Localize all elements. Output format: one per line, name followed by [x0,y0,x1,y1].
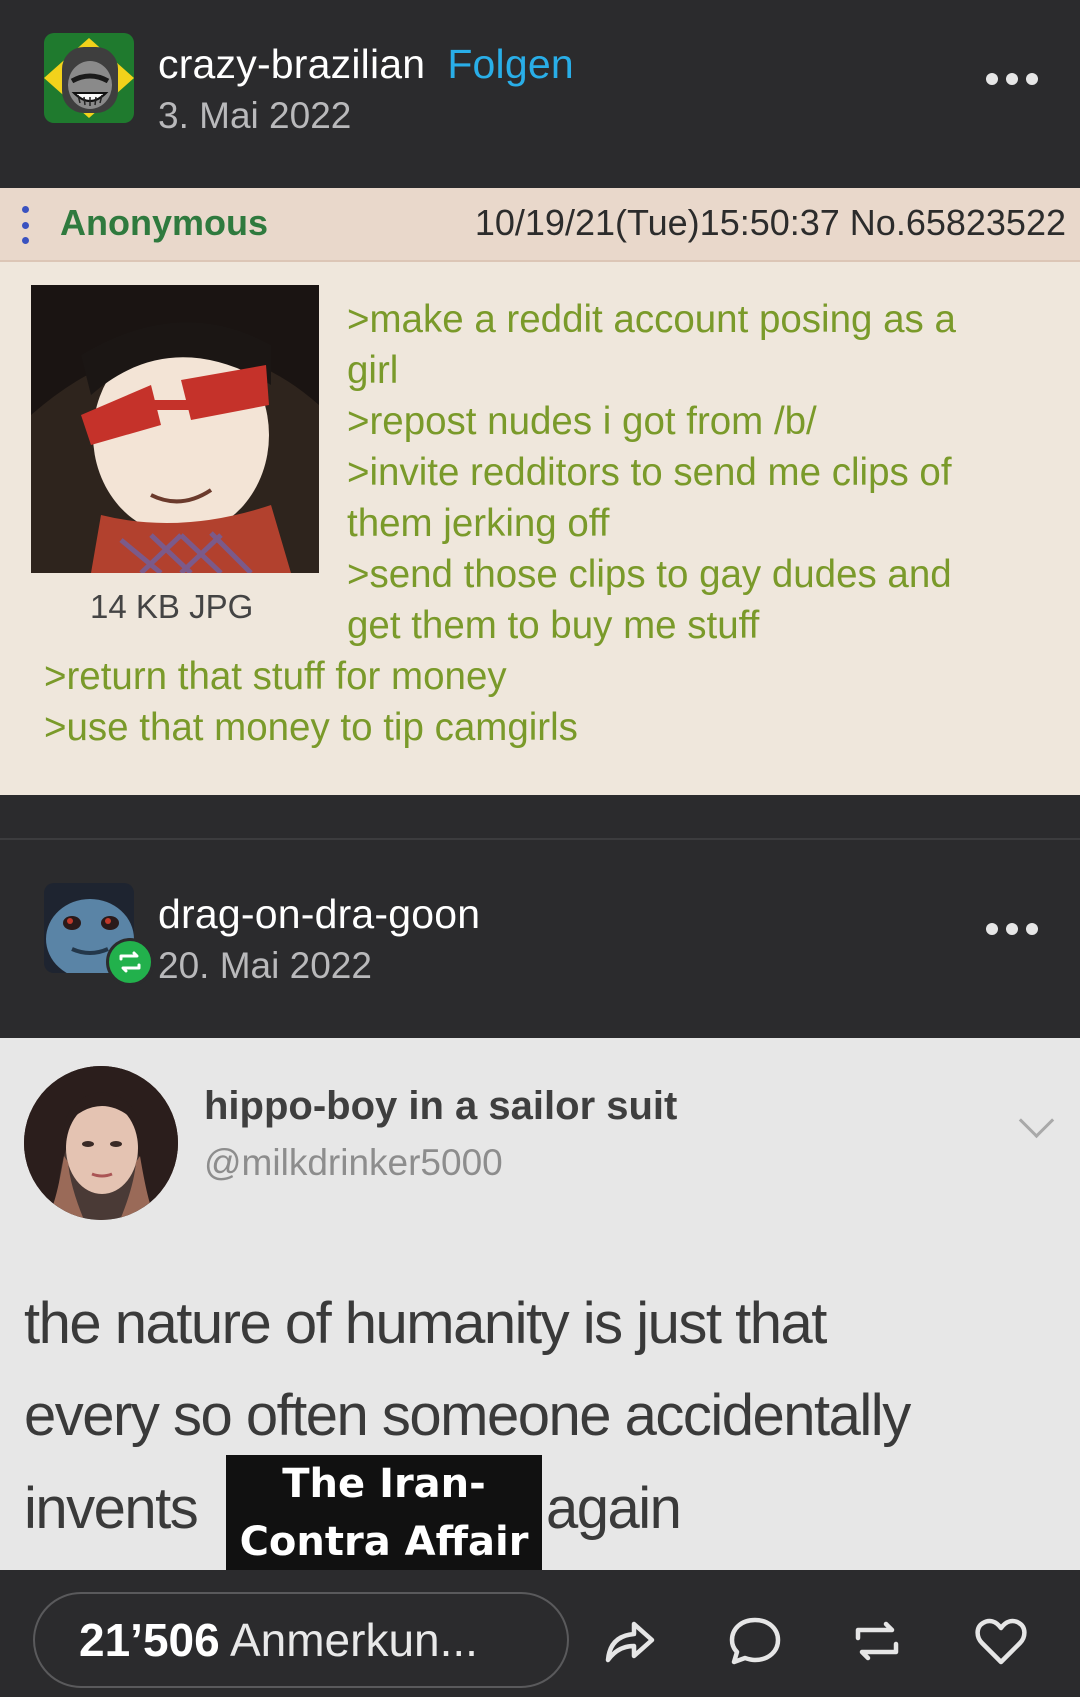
tweet-text-line: every so often someone accidentally [24,1383,911,1448]
greentext-line: >send those clips to gay dudes and [347,553,952,596]
greentext-line: >return that stuff for money [44,655,507,698]
reblog-badge-icon [106,938,154,986]
tweet-text-line: again [546,1476,682,1541]
dot-icon [1006,923,1018,935]
menu-dots-icon [22,206,30,244]
caption-line: The Iran- [282,1461,486,1507]
dot-icon [1006,73,1018,85]
greentext-line: get them to buy me stuff [347,604,760,647]
greentext-line: them jerking off [347,502,610,545]
caption-overlay: The Iran- Contra Affair [226,1455,542,1570]
more-options-button[interactable] [986,69,1038,89]
dot-icon [1026,73,1038,85]
dot-icon [1026,923,1038,935]
more-options-button[interactable] [986,919,1038,939]
caption-line: Contra Affair [239,1519,529,1565]
chan-screenshot[interactable]: Anonymous 10/19/21(Tue)15:50:37 No.65823… [0,188,1080,795]
tweet-author-name: hippo-boy in a sailor suit [204,1084,678,1128]
follow-button[interactable]: Folgen [447,41,574,87]
chan-poster-name: Anonymous [60,202,269,243]
tweet-avatar [24,1066,178,1220]
tweet-text-line: invents [24,1476,199,1541]
reblog-divider [0,838,1080,840]
notes-label: Anmerkun... [229,1614,478,1666]
chan-post-header: Anonymous 10/19/21(Tue)15:50:37 No.65823… [0,188,1080,262]
tweet-handle: @milkdrinker5000 [204,1142,503,1183]
greentext-line: >repost nudes i got from /b/ [347,400,817,443]
reblog-icon[interactable] [848,1612,906,1670]
chevron-down-icon [1018,1102,1055,1139]
hulk-avatar-icon[interactable] [44,33,134,123]
post-header-2: drag-on-dra-goon 20. Mai 2022 [0,883,1080,986]
dot-icon [986,73,998,85]
post-username[interactable]: drag-on-dra-goon [158,891,480,938]
tweet-text-line: the nature of humanity is just that [24,1291,827,1356]
dot-icon [986,923,998,935]
like-icon[interactable] [972,1612,1030,1670]
notes-button[interactable]: 21’506 Anmerkun... [33,1592,569,1688]
post-header-1: crazy-brazilian Folgen 3. Mai 2022 [0,33,1080,136]
username-link[interactable]: crazy-brazilian [158,41,425,87]
greentext-line: girl [347,349,399,392]
post-date: 3. Mai 2022 [158,95,352,136]
post-username[interactable]: crazy-brazilian Folgen [158,41,574,88]
notes-count: 21’506 [79,1614,220,1666]
greentext-line: >make a reddit account posing as a [347,298,956,341]
tweet-screenshot[interactable]: hippo-boy in a sailor suit @milkdrinker5… [0,1038,1080,1570]
anime-thumbnail-image [31,285,319,573]
comment-icon[interactable] [726,1612,784,1670]
chan-post-meta: 10/19/21(Tue)15:50:37 No.65823522 [474,202,1066,243]
post-footer: 21’506 Anmerkun... [0,1570,1080,1697]
share-icon[interactable] [600,1612,658,1670]
post-date: 20. Mai 2022 [158,945,372,986]
file-info: 14 KB JPG [90,588,254,625]
greentext-line: >use that money to tip camgirls [44,706,578,749]
greentext-line: >invite redditors to send me clips of [347,451,952,494]
